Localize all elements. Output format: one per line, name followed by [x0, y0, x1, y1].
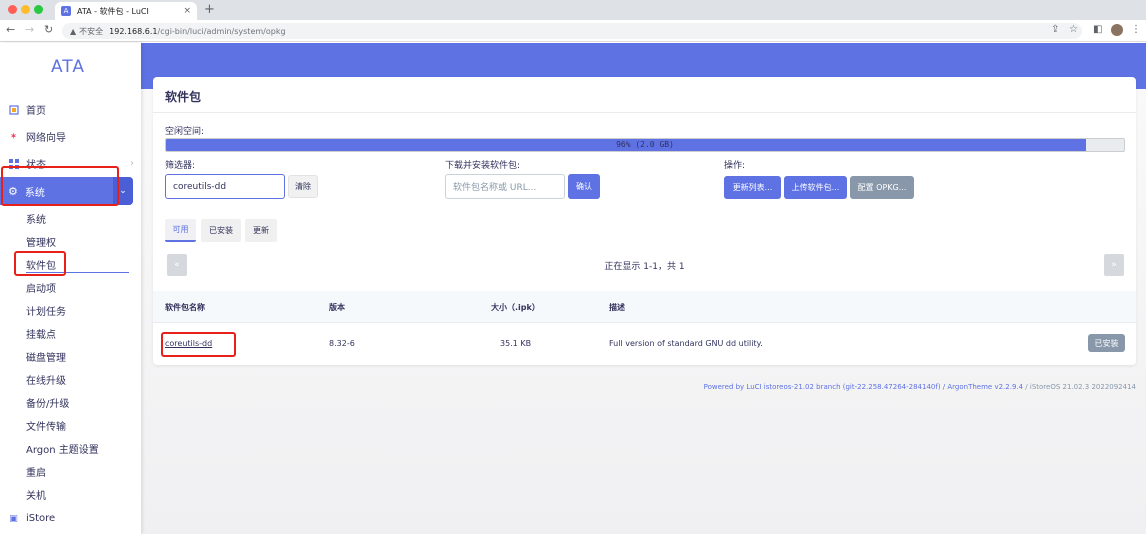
- package-description: Full version of standard GNU dd utility.: [609, 339, 763, 348]
- star-icon[interactable]: ☆: [1069, 24, 1078, 35]
- gear-icon: ⚙: [8, 184, 18, 198]
- clear-button[interactable]: 清除: [288, 175, 318, 198]
- upload-package-button[interactable]: 上传软件包...: [784, 176, 847, 199]
- reload-icon[interactable]: ↻: [44, 23, 53, 36]
- actions-label: 操作:: [724, 161, 746, 171]
- col-version: 版本: [329, 303, 345, 312]
- back-icon[interactable]: ←: [6, 23, 15, 36]
- package-size: 35.1 KB: [500, 339, 532, 348]
- wizard-icon: ✶: [9, 131, 18, 142]
- url-field[interactable]: ▲ 不安全 192.168.6.1/cgi-bin/luci/admin/sys…: [62, 23, 1082, 39]
- tab-available[interactable]: 可用: [165, 219, 196, 242]
- download-input[interactable]: 软件包名称或 URL...: [445, 174, 565, 199]
- col-description: 描述: [609, 303, 625, 312]
- minimize-window-icon[interactable]: [21, 5, 30, 14]
- more-icon[interactable]: ⋮: [1131, 24, 1141, 35]
- sidebar-sub-online-upgrade[interactable]: 在线升级: [26, 372, 66, 387]
- free-space-text: 96% (2.0 GB): [616, 140, 674, 149]
- sidebar-item-istore[interactable]: ▣ iStore: [8, 513, 55, 524]
- divider: [153, 112, 1136, 113]
- package-version: 8.32-6: [329, 339, 355, 348]
- tab-title: ATA - 软件包 - LuCI: [77, 6, 149, 16]
- download-label: 下载并安装软件包:: [445, 161, 521, 171]
- warning-icon: ▲: [70, 26, 77, 36]
- profile-avatar[interactable]: [1111, 24, 1123, 36]
- maximize-window-icon[interactable]: [34, 5, 43, 14]
- new-tab-button[interactable]: +: [204, 2, 215, 17]
- pager-next-button[interactable]: »: [1104, 254, 1124, 276]
- share-icon[interactable]: ⇪: [1051, 24, 1059, 35]
- forward-icon[interactable]: →: [25, 23, 34, 36]
- sidebar: ATA 首页 ✶ 网络向导 状态 › ⚙ 系统 ⌄ 系统 管理权 软件包 启动项…: [0, 43, 141, 534]
- sidebar-sub-file-transfer[interactable]: 文件传输: [26, 418, 66, 433]
- active-sub-underline: [26, 272, 129, 273]
- sidebar-item-label: 系统: [24, 187, 45, 199]
- sidebar-sub-startup[interactable]: 启动项: [26, 280, 56, 295]
- free-space-bar: 96% (2.0 GB): [165, 138, 1125, 152]
- sidebar-item-label: 首页: [26, 106, 46, 117]
- sidebar-sub-crontab[interactable]: 计划任务: [26, 303, 66, 318]
- packages-card: 软件包 空闲空间: 96% (2.0 GB) 筛选器: coreutils-dd…: [153, 77, 1136, 365]
- col-name: 软件包名称: [165, 303, 205, 312]
- download-placeholder: 软件包名称或 URL...: [453, 183, 537, 193]
- col-size: 大小（.ipk）: [491, 303, 540, 312]
- footer: Powered by LuCI istoreos-21.02 branch (g…: [704, 383, 1136, 391]
- configure-opkg-button[interactable]: 配置 OPKG...: [850, 176, 914, 199]
- store-icon: ▣: [9, 513, 18, 524]
- page-title: 软件包: [165, 90, 202, 104]
- favicon-icon: A: [61, 6, 71, 16]
- sidebar-toggle-icon[interactable]: ◧: [1093, 24, 1102, 35]
- url-host: 192.168.6.1: [109, 26, 158, 36]
- sidebar-item-label: 状态: [26, 160, 46, 171]
- tab-installed[interactable]: 已安装: [201, 219, 241, 242]
- sidebar-sub-shutdown[interactable]: 关机: [26, 487, 46, 502]
- url-path: /cgi-bin/luci/admin/system/opkg: [157, 26, 286, 36]
- sidebar-sub-disk[interactable]: 磁盘管理: [26, 349, 66, 364]
- sidebar-item-label: iStore: [26, 513, 56, 524]
- status-icon: [8, 158, 19, 169]
- pager-status: 正在显示 1-1，共 1: [604, 262, 685, 272]
- sidebar-item-home[interactable]: 首页: [8, 102, 46, 117]
- footer-os: / iStoreOS 21.02.3 2022092414: [1023, 383, 1136, 391]
- confirm-button[interactable]: 确认: [568, 174, 600, 199]
- insecure-label: 不安全: [79, 26, 104, 36]
- browser-tab-bar: A ATA - 软件包 - LuCI × +: [0, 0, 1146, 20]
- chevron-down-icon[interactable]: ⌄: [113, 177, 133, 205]
- sidebar-sub-reboot[interactable]: 重启: [26, 464, 46, 479]
- sidebar-sub-backup[interactable]: 备份/升级: [26, 395, 69, 410]
- sidebar-item-wizard[interactable]: ✶ 网络向导: [8, 129, 66, 145]
- filter-input[interactable]: coreutils-dd: [165, 174, 285, 199]
- home-icon: [8, 104, 19, 115]
- sidebar-item-system[interactable]: ⚙ 系统 ⌄: [0, 177, 133, 205]
- sidebar-item-status[interactable]: 状态 ›: [8, 156, 134, 171]
- sidebar-sub-mounts[interactable]: 挂载点: [26, 326, 56, 341]
- sidebar-sub-system[interactable]: 系统: [26, 211, 46, 226]
- chevron-right-icon: ›: [130, 158, 134, 169]
- sidebar-sub-argon[interactable]: Argon 主题设置: [26, 441, 99, 456]
- table-header: 软件包名称 版本 大小（.ipk） 描述: [153, 291, 1136, 323]
- table-row: coreutils-dd 8.32-6 35.1 KB Full version…: [153, 324, 1136, 362]
- filter-label: 筛选器:: [165, 161, 196, 171]
- sidebar-item-label: 网络向导: [26, 133, 66, 144]
- sidebar-sub-admin[interactable]: 管理权: [26, 234, 56, 249]
- filter-value: coreutils-dd: [173, 181, 227, 192]
- free-space-label: 空闲空间:: [165, 127, 205, 137]
- tab-close-icon[interactable]: ×: [183, 6, 191, 16]
- close-window-icon[interactable]: [8, 5, 17, 14]
- browser-tab[interactable]: A ATA - 软件包 - LuCI ×: [55, 2, 197, 20]
- package-name-link[interactable]: coreutils-dd: [165, 339, 212, 348]
- tab-updates[interactable]: 更新: [245, 219, 277, 242]
- brand-logo[interactable]: ATA: [0, 57, 136, 77]
- sidebar-sub-packages[interactable]: 软件包: [26, 257, 56, 272]
- installed-button[interactable]: 已安装: [1088, 334, 1125, 352]
- address-bar: ← → ↻ ▲ 不安全 192.168.6.1/cgi-bin/luci/adm…: [0, 20, 1146, 42]
- update-lists-button[interactable]: 更新列表...: [724, 176, 781, 199]
- footer-powered[interactable]: Powered by LuCI istoreos-21.02 branch (g…: [704, 383, 1023, 391]
